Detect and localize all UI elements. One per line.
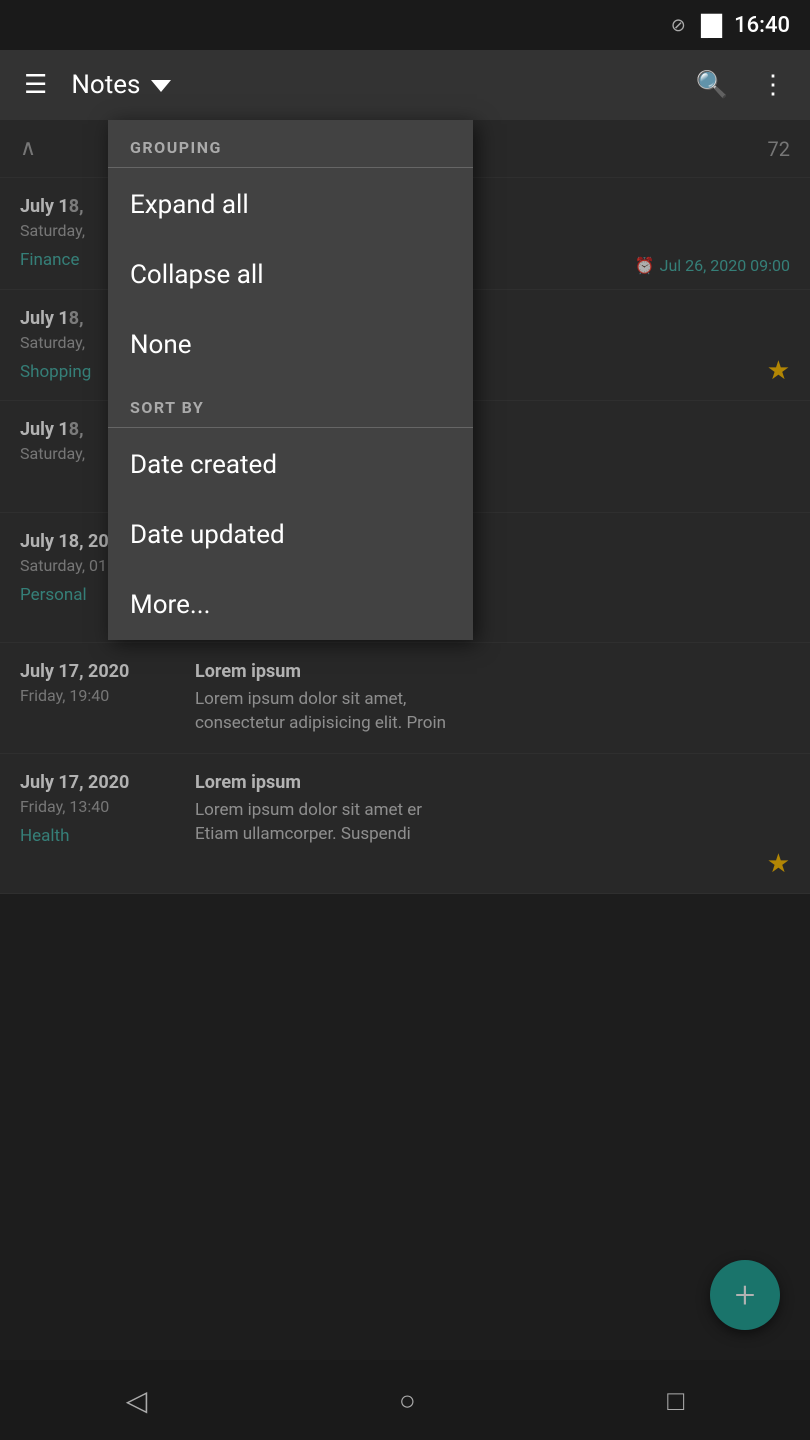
- battery-icon: ▐█: [694, 13, 722, 38]
- dropdown-menu: GROUPING Expand all Collapse all None SO…: [108, 120, 473, 640]
- more-item[interactable]: More...: [108, 570, 473, 640]
- search-icon[interactable]: 🔍: [688, 62, 736, 108]
- app-title: Notes: [71, 70, 671, 100]
- menu-divider-2: [108, 427, 473, 428]
- nav-bar: ◁ ○ □: [0, 1360, 810, 1440]
- collapse-all-item[interactable]: Collapse all: [108, 240, 473, 310]
- dropdown-triangle: [151, 80, 171, 92]
- home-button[interactable]: ○: [375, 1372, 440, 1429]
- title-text: Notes: [71, 70, 140, 100]
- toolbar: ☰ Notes 🔍 ⋮: [0, 50, 810, 120]
- status-bar: ⊘ ▐█ 16:40: [0, 0, 810, 50]
- status-time: 16:40: [734, 13, 790, 38]
- menu-divider: [108, 167, 473, 168]
- expand-all-item[interactable]: Expand all: [108, 170, 473, 240]
- more-options-icon[interactable]: ⋮: [752, 62, 794, 108]
- date-created-item[interactable]: Date created: [108, 430, 473, 500]
- none-item[interactable]: None: [108, 310, 473, 380]
- back-button[interactable]: ◁: [102, 1372, 172, 1429]
- grouping-section-label: GROUPING: [108, 120, 473, 165]
- menu-icon[interactable]: ☰: [16, 62, 55, 108]
- sort-by-section-label: SORT BY: [108, 380, 473, 425]
- no-sim-icon: ⊘: [671, 15, 686, 36]
- status-icons: ⊘ ▐█: [671, 13, 722, 38]
- recents-button[interactable]: □: [643, 1372, 708, 1429]
- date-updated-item[interactable]: Date updated: [108, 500, 473, 570]
